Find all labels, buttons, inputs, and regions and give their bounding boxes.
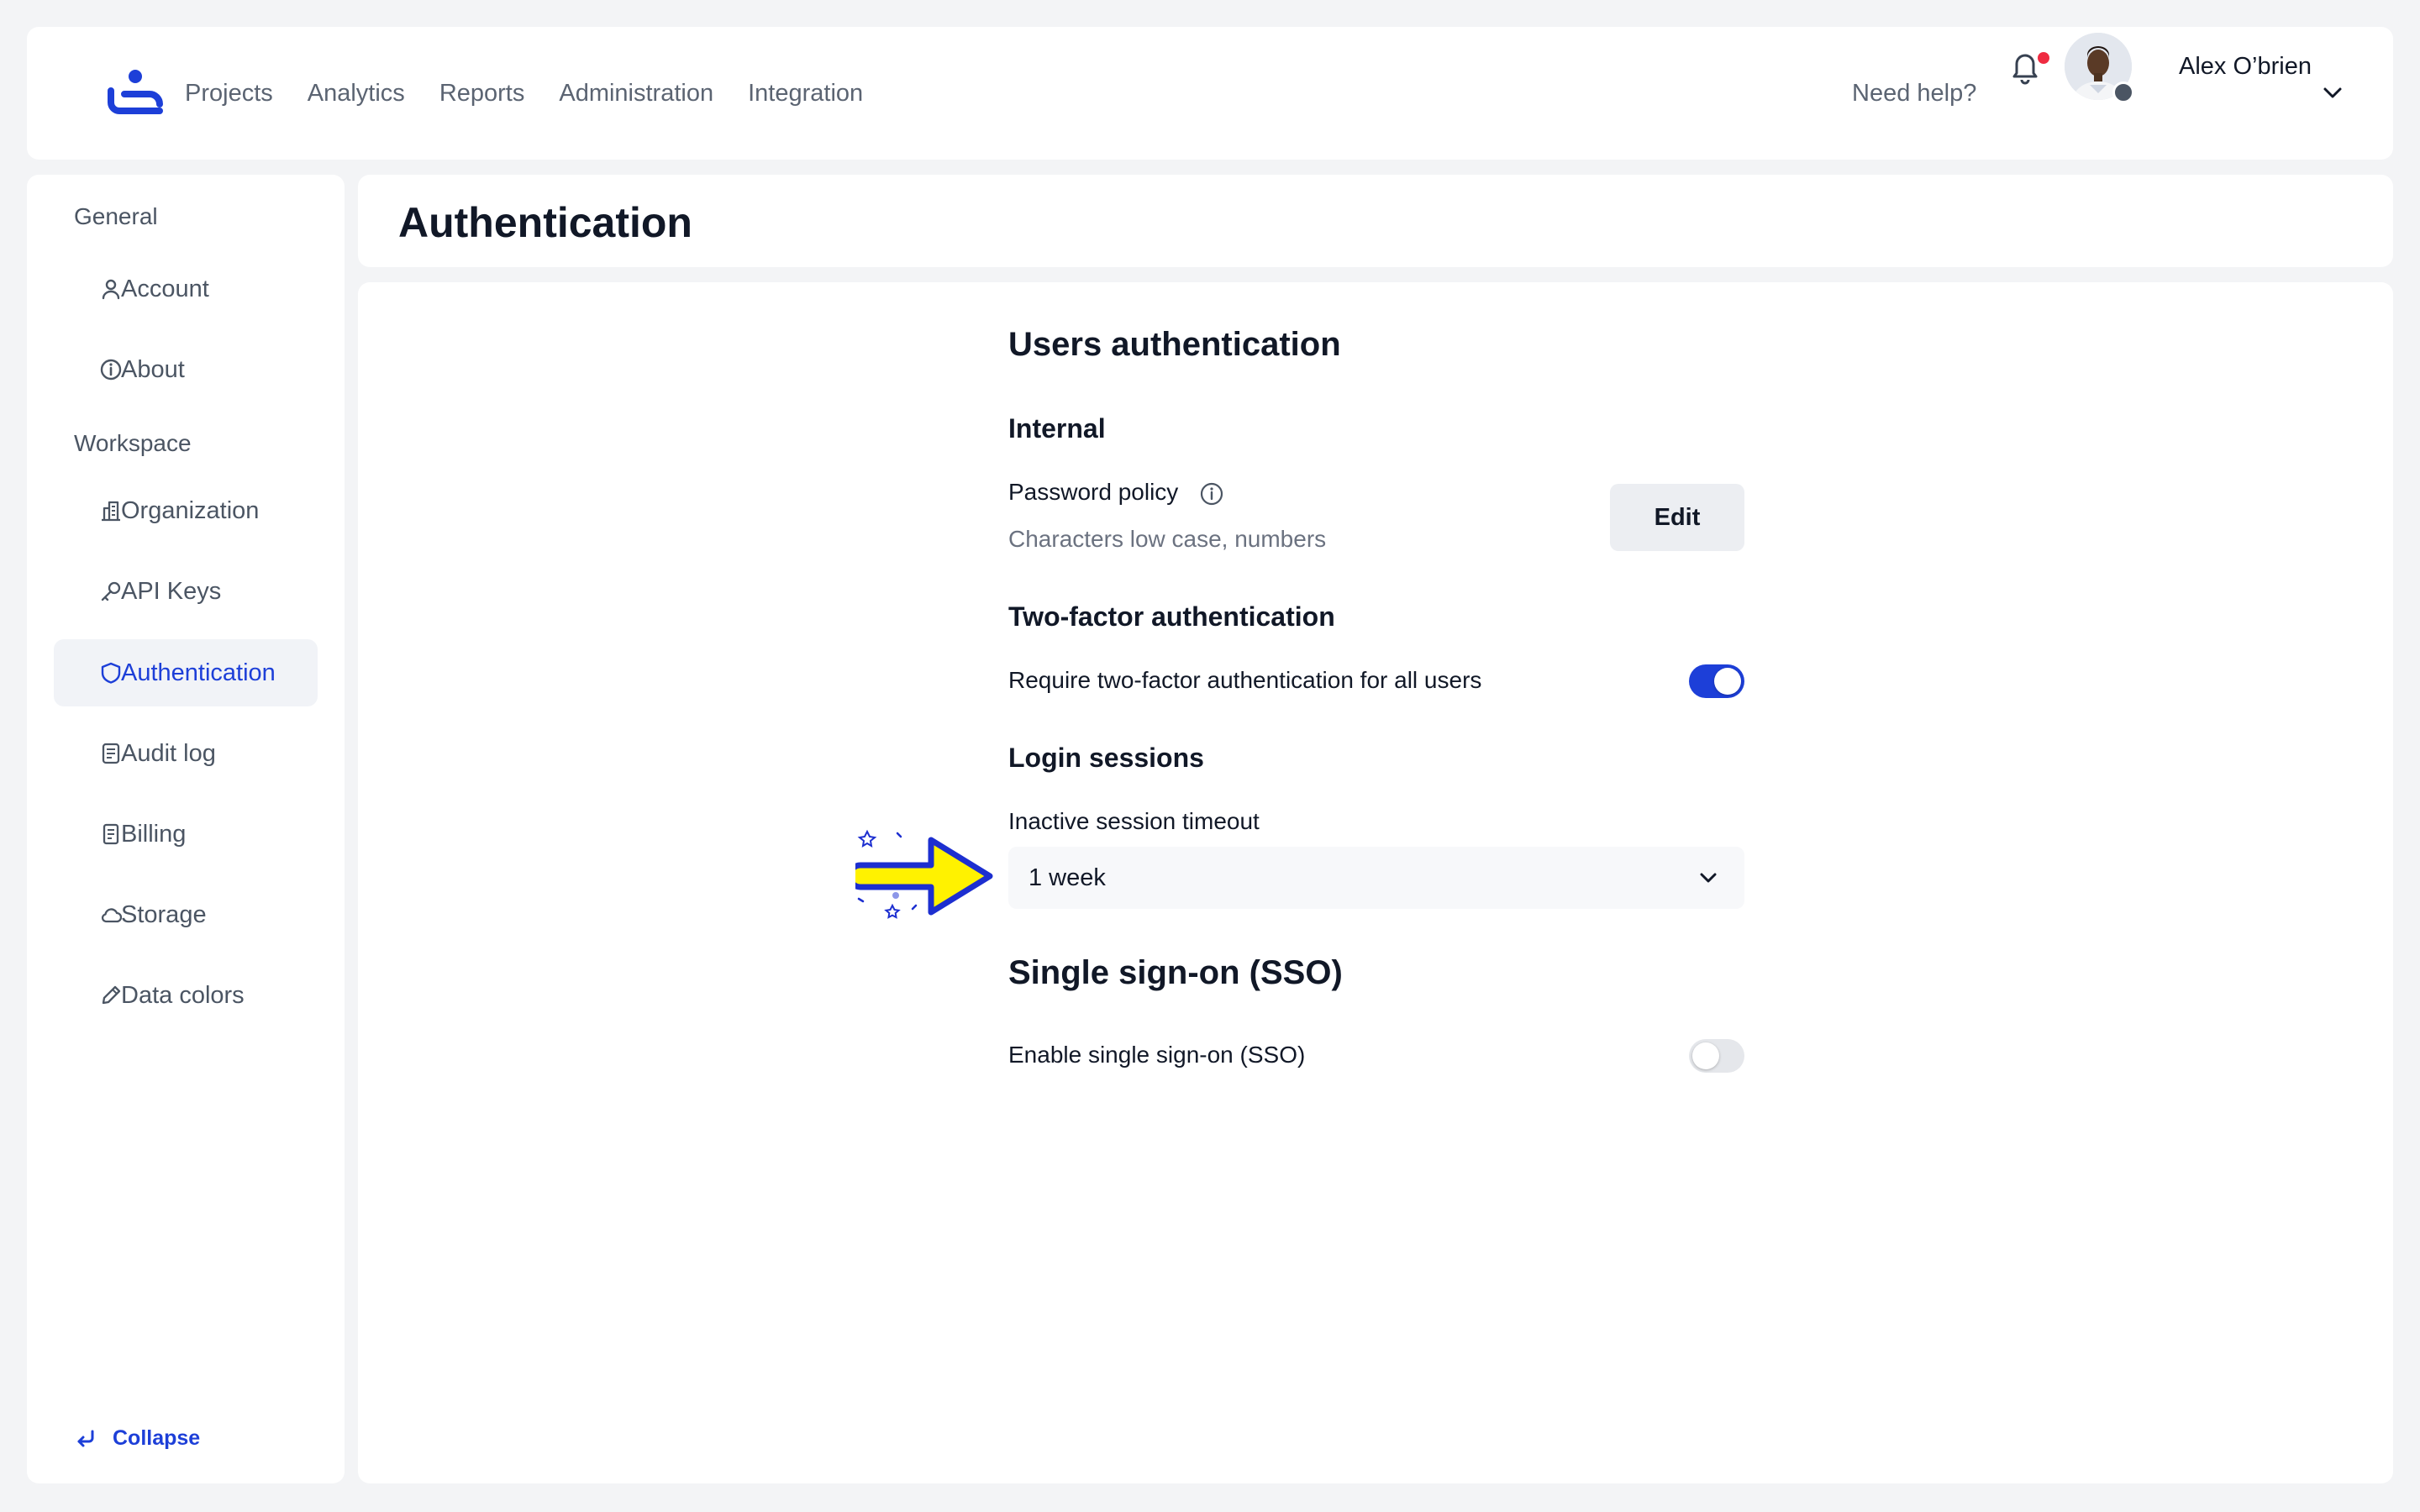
nav-projects[interactable]: Projects	[185, 80, 273, 108]
sidebar-item-label: About	[121, 355, 185, 383]
info-icon[interactable]	[1198, 480, 1225, 507]
main-nav: Projects Analytics Reports Administratio…	[185, 27, 897, 160]
chevron-down-icon[interactable]	[2321, 81, 2344, 105]
enable-sso-label: Enable single sign-on (SSO)	[1008, 1042, 1306, 1068]
user-name[interactable]: Alex O’brien	[2179, 0, 2312, 133]
sidebar-section-workspace: Workspace	[74, 430, 192, 456]
nav-integration[interactable]: Integration	[748, 80, 863, 108]
sidebar-item-label: Billing	[121, 820, 187, 848]
sidebar-item-data-colors[interactable]: Data colors	[54, 962, 318, 1029]
sidebar-item-authentication[interactable]: Authentication	[54, 639, 318, 706]
sidebar-item-organization[interactable]: Organization	[54, 477, 318, 544]
page-header: Authentication	[358, 175, 2393, 267]
avatar-status-badge	[2112, 81, 2134, 103]
sidebar-item-label: Audit log	[121, 739, 216, 767]
nav-reports[interactable]: Reports	[439, 80, 525, 108]
sidebar-item-billing[interactable]: Billing	[54, 801, 318, 868]
sso-toggle[interactable]	[1689, 1039, 1744, 1073]
need-help-link[interactable]: Need help?	[1852, 27, 1976, 160]
toggle-knob	[1714, 668, 1741, 695]
session-timeout-label: Inactive session timeout	[1008, 808, 1260, 834]
settings-panel: Users authentication Internal Password p…	[358, 282, 2393, 1483]
two-factor-toggle[interactable]	[1689, 664, 1744, 698]
collapse-label: Collapse	[113, 1426, 201, 1450]
nav-administration[interactable]: Administration	[559, 80, 713, 108]
nav-analytics[interactable]: Analytics	[308, 80, 405, 108]
password-policy-label: Password policy	[1008, 479, 1179, 505]
edit-password-policy-button[interactable]: Edit	[1610, 484, 1744, 551]
document-list-icon	[102, 743, 120, 764]
sidebar-item-account[interactable]: Account	[54, 255, 318, 323]
sidebar-item-audit-log[interactable]: Audit log	[54, 720, 318, 787]
key-icon	[101, 581, 121, 601]
user-icon	[102, 279, 120, 300]
shield-icon	[101, 662, 121, 684]
return-arrow-icon	[77, 1430, 94, 1446]
session-timeout-value: 1 week	[1028, 864, 1106, 891]
require-two-factor-label: Require two-factor authentication for al…	[1008, 667, 1482, 693]
sidebar-item-label: Authentication	[121, 659, 276, 686]
notification-dot	[2038, 52, 2049, 64]
password-policy-description: Characters low case, numbers	[1008, 526, 1327, 552]
sidebar-section-general: General	[74, 203, 158, 229]
pen-icon	[102, 985, 121, 1005]
bell-icon[interactable]	[2005, 46, 2045, 87]
toggle-knob	[1692, 1042, 1719, 1069]
sidebar-item-api-keys[interactable]: API Keys	[54, 558, 318, 625]
session-timeout-select[interactable]: 1 week	[1008, 847, 1744, 909]
sidebar-item-label: Storage	[121, 900, 207, 928]
chevron-down-icon	[1700, 873, 1717, 883]
sidebar-item-label: Account	[121, 275, 209, 302]
sidebar-item-label: Data colors	[121, 981, 245, 1009]
sidebar: General Account About Workspace Organiza…	[27, 175, 345, 1483]
app-logo-icon[interactable]	[106, 69, 165, 116]
collapse-button[interactable]: Collapse	[74, 1426, 200, 1451]
sidebar-item-label: API Keys	[121, 577, 222, 605]
sidebar-item-label: Organization	[121, 496, 260, 524]
internal-heading: Internal	[1008, 413, 1106, 444]
sidebar-item-storage[interactable]: Storage	[54, 881, 318, 948]
sidebar-item-about[interactable]: About	[54, 336, 318, 403]
page-title: Authentication	[398, 199, 692, 246]
info-icon	[100, 359, 122, 381]
users-authentication-heading: Users authentication	[1008, 326, 1341, 363]
highlight-arrow-icon	[855, 829, 993, 919]
cloud-icon	[101, 908, 123, 923]
sso-heading: Single sign-on (SSO)	[1008, 954, 1343, 991]
receipt-icon	[103, 823, 119, 845]
two-factor-heading: Two-factor authentication	[1008, 601, 1335, 632]
building-icon	[102, 501, 120, 522]
login-sessions-heading: Login sessions	[1008, 743, 1204, 773]
